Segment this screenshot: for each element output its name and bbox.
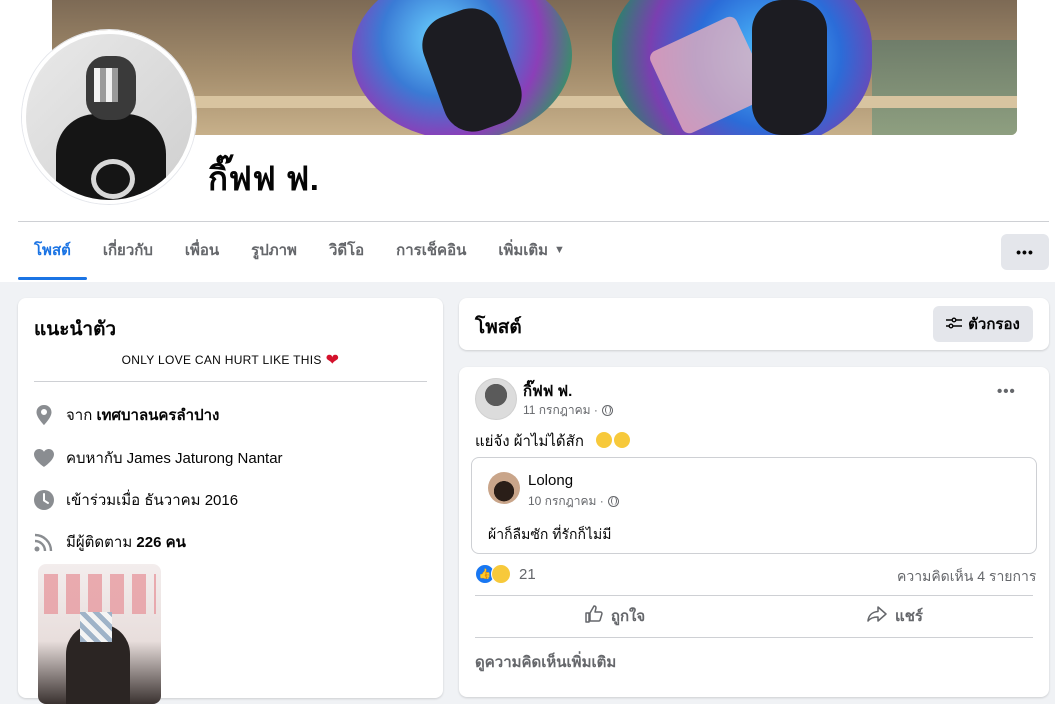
profile-name: กิ๊ฟฟ ฟ. — [208, 160, 320, 197]
intro-title: แนะนำตัว — [34, 319, 117, 340]
shared-text: ผ้าก็ลืมซัก ที่รักก็ไม่มี — [488, 526, 612, 542]
post-options-button[interactable]: ••• — [997, 383, 1016, 400]
profile-more-button[interactable]: ••• — [1001, 234, 1049, 270]
post-author-avatar[interactable] — [475, 378, 517, 420]
tab-photos[interactable]: รูปภาพ — [235, 222, 313, 278]
followers-count[interactable]: 226 คน — [136, 530, 185, 554]
joined-text: เข้าร่วมเมื่อ ธันวาคม 2016 — [66, 492, 239, 509]
post-card: กิ๊ฟฟ ฟ. 11 กรกฎาคม · ••• แย่จัง ผ้าไม่ไ… — [459, 367, 1049, 697]
post-meta: 11 กรกฎาคม · — [523, 401, 613, 420]
info-relationship: คบหากับ James Jaturong Nantar — [34, 446, 283, 470]
haha-reaction-icon — [491, 564, 511, 584]
share-button[interactable]: แชร์ — [755, 599, 1035, 633]
tab-more[interactable]: เพิ่มเติม ▼ — [482, 222, 581, 278]
post-text-body: แย่จัง ผ้าไม่ได้สัก — [475, 433, 584, 450]
shared-post[interactable]: Lolong 10 กรกฎาคม · ผ้าก็ลืมซัก ที่รักก็… — [471, 457, 1037, 554]
info-joined: เข้าร่วมเมื่อ ธันวาคม 2016 — [34, 488, 238, 512]
heart-icon — [34, 448, 54, 468]
from-place[interactable]: เทศบาลนครลำปาง — [96, 403, 219, 427]
reaction-count: 21 — [519, 565, 536, 583]
filter-label: ตัวกรอง — [968, 316, 1020, 333]
shared-author-name[interactable]: Lolong — [528, 472, 573, 489]
intro-card: แนะนำตัว ONLY LOVE CAN HURT LIKE THIS ❤ จ… — [18, 298, 443, 704]
clock-icon — [34, 490, 54, 510]
shared-date[interactable]: 10 กรกฎาคม · — [528, 492, 604, 511]
reactions-summary[interactable]: 👍 21 — [475, 564, 536, 584]
profile-tabs: โพสต์ เกี่ยวกับ เพื่อน รูปภาพ วิดีโอ การ… — [18, 222, 581, 280]
like-button[interactable]: ถูกใจ — [475, 599, 755, 633]
comment-count[interactable]: ความคิดเห็น 4 รายการ — [897, 566, 1036, 588]
globe-icon — [607, 496, 619, 507]
info-from: จาก เทศบาลนครลำปาง — [34, 403, 219, 427]
shared-author-avatar[interactable] — [488, 472, 520, 504]
tab-posts[interactable]: โพสต์ — [18, 222, 87, 280]
tab-checkins[interactable]: การเช็คอิน — [380, 222, 482, 278]
featured-photo[interactable] — [38, 564, 161, 704]
filter-button[interactable]: ตัวกรอง — [933, 306, 1033, 342]
bio-text: ONLY LOVE CAN HURT LIKE THIS — [121, 353, 322, 367]
shocked-emoji-icon — [614, 432, 631, 448]
tab-about[interactable]: เกี่ยวกับ — [87, 222, 169, 278]
globe-icon — [601, 405, 613, 416]
caret-down-icon: ▼ — [554, 244, 565, 256]
profile-avatar[interactable] — [22, 30, 196, 204]
relationship-text[interactable]: คบหากับ James Jaturong Nantar — [66, 446, 283, 470]
rss-followers-icon — [34, 532, 54, 552]
intro-bio: ONLY LOVE CAN HURT LIKE THIS ❤ — [34, 350, 427, 370]
thumbs-up-icon — [585, 604, 603, 628]
filter-sliders-icon — [946, 317, 963, 332]
tab-more-label: เพิ่มเติม — [498, 242, 549, 259]
shared-meta: 10 กรกฎาคม · — [528, 492, 619, 511]
post-author-name[interactable]: กิ๊ฟฟ ฟ. — [523, 379, 572, 403]
post-date[interactable]: 11 กรกฎาคม · — [523, 401, 598, 420]
from-prefix: จาก — [66, 407, 93, 424]
cover-photo[interactable] — [52, 0, 1017, 135]
tab-videos[interactable]: วิดีโอ — [313, 222, 380, 278]
intro-divider — [34, 381, 427, 382]
actions-divider-bottom — [475, 637, 1033, 638]
tab-friends[interactable]: เพื่อน — [169, 222, 235, 278]
location-pin-icon — [34, 405, 54, 425]
actions-divider-top — [475, 595, 1033, 596]
followers-prefix: มีผู้ติดตาม — [66, 534, 133, 551]
profile-header: กิ๊ฟฟ ฟ. โพสต์ เกี่ยวกับ เพื่อน รูปภาพ ว… — [0, 0, 1055, 282]
share-arrow-icon — [867, 605, 887, 627]
share-label: แชร์ — [895, 608, 923, 625]
laughing-emoji-icon — [596, 432, 613, 448]
like-label: ถูกใจ — [610, 608, 646, 625]
posts-title: โพสต์ — [475, 317, 522, 338]
posts-header-card: โพสต์ ตัวกรอง — [459, 298, 1049, 350]
post-text: แย่จัง ผ้าไม่ได้สัก — [475, 429, 631, 453]
info-followers: มีผู้ติดตาม 226 คน — [34, 530, 186, 554]
view-more-comments-link[interactable]: ดูความคิดเห็นเพิ่มเติม — [475, 650, 616, 674]
heart-emoji: ❤ — [325, 352, 340, 369]
